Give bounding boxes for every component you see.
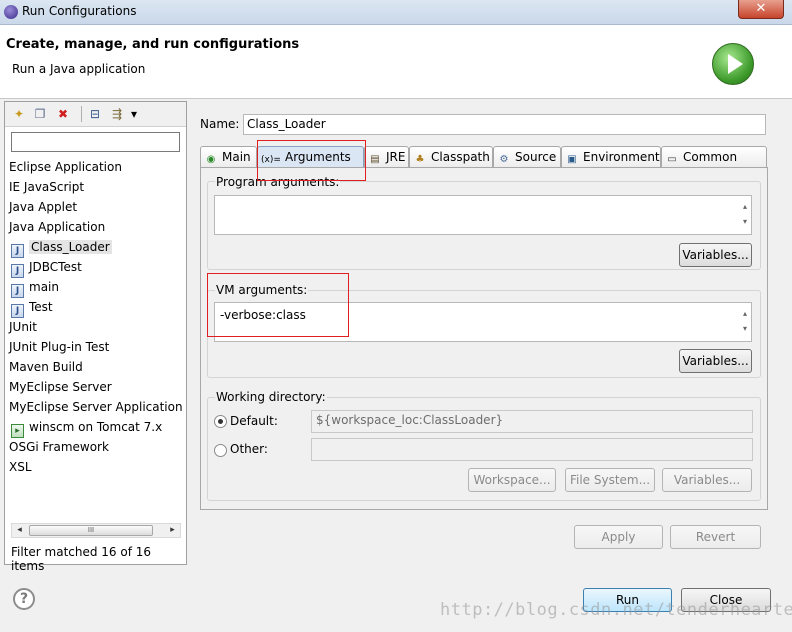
toolbar-divider bbox=[81, 106, 82, 122]
java-class-icon: J bbox=[11, 244, 24, 258]
program-arguments-scroll[interactable]: ▴ ▾ bbox=[743, 199, 747, 229]
common-icon: ▭ bbox=[667, 154, 677, 165]
revert-button[interactable]: Revert bbox=[670, 525, 761, 549]
name-input[interactable]: Class_Loader bbox=[243, 114, 766, 135]
tree-item-ie-javascript[interactable]: IE JavaScript bbox=[9, 178, 84, 196]
other-label: Other: bbox=[230, 442, 268, 456]
default-directory-field: ${workspace_loc:ClassLoader} bbox=[311, 410, 753, 433]
duplicate-icon[interactable]: ❐ bbox=[32, 106, 48, 122]
tab-environment[interactable]: ▣ Environment bbox=[561, 146, 661, 168]
run-icon bbox=[712, 43, 754, 85]
tree-item-xsl[interactable]: XSL bbox=[9, 458, 32, 476]
scrollbar-thumb[interactable]: III bbox=[29, 525, 153, 536]
name-label: Name: bbox=[200, 117, 240, 131]
tree-item-java-applet[interactable]: Java Applet bbox=[9, 198, 77, 216]
horizontal-scrollbar[interactable]: ◂ III ▸ bbox=[11, 523, 181, 538]
scroll-up-icon[interactable]: ▴ bbox=[743, 199, 747, 214]
jre-icon: ▤ bbox=[370, 154, 380, 165]
filter-input[interactable] bbox=[11, 132, 180, 152]
delete-icon[interactable]: ✖ bbox=[55, 106, 71, 122]
tree-item-myeclipse-server-application[interactable]: MyEclipse Server Application bbox=[9, 398, 183, 416]
collapse-all-icon[interactable]: ⊟ bbox=[87, 106, 103, 122]
tree-item-eclipse-application[interactable]: Eclipse Application bbox=[9, 158, 122, 176]
page-subtitle: Run a Java application bbox=[12, 62, 146, 76]
file-system-button[interactable]: File System... bbox=[565, 468, 655, 492]
vm-variables-button[interactable]: Variables... bbox=[679, 349, 752, 373]
other-radio[interactable] bbox=[214, 444, 227, 457]
tree-item-junit-plugin-test[interactable]: JUnit Plug-in Test bbox=[9, 338, 109, 356]
help-icon[interactable]: ? bbox=[13, 588, 35, 610]
scroll-up-icon[interactable]: ▴ bbox=[743, 306, 747, 321]
tree-item-maven-build[interactable]: Maven Build bbox=[9, 358, 83, 376]
program-arguments-input[interactable]: ▴ ▾ bbox=[214, 195, 752, 235]
tree-item-test[interactable]: J Test bbox=[11, 298, 53, 318]
working-directory-label: Working directory: bbox=[215, 390, 327, 404]
tree-item-java-application[interactable]: Java Application bbox=[9, 218, 105, 236]
new-configuration-icon[interactable]: ✦ bbox=[11, 106, 27, 122]
scroll-down-icon[interactable]: ▾ bbox=[743, 214, 747, 229]
configuration-list-panel: ✦ ❐ ✖ ⊟ ⇶ ▾ Eclipse Application IE JavaS… bbox=[4, 101, 187, 573]
tab-jre[interactable]: ▤ JRE bbox=[364, 146, 409, 168]
tree-item-junit[interactable]: JUnit bbox=[9, 318, 37, 336]
window-close-button[interactable]: ✕ bbox=[738, 0, 784, 19]
arguments-tab-highlight bbox=[257, 140, 366, 181]
program-variables-button[interactable]: Variables... bbox=[679, 243, 752, 267]
java-class-icon: J bbox=[11, 264, 24, 278]
title-bar: Run Configurations ✕ bbox=[0, 0, 792, 25]
server-icon: ▸ bbox=[11, 424, 24, 438]
filter-icon[interactable]: ⇶ bbox=[109, 106, 125, 122]
default-radio[interactable] bbox=[214, 415, 227, 428]
tab-classpath[interactable]: ♣ Classpath bbox=[409, 146, 493, 168]
vm-arguments-highlight bbox=[207, 273, 349, 337]
tree-item-osgi-framework[interactable]: OSGi Framework bbox=[9, 438, 109, 456]
workspace-button[interactable]: Workspace... bbox=[468, 468, 556, 492]
classpath-icon: ♣ bbox=[415, 154, 425, 165]
java-class-icon: J bbox=[11, 284, 24, 298]
tab-main[interactable]: ◉ Main bbox=[200, 146, 257, 168]
vm-arguments-scroll[interactable]: ▴ ▾ bbox=[743, 306, 747, 336]
default-label: Default: bbox=[230, 414, 278, 428]
tab-source[interactable]: ⚙ Source bbox=[493, 146, 561, 168]
eclipse-icon bbox=[4, 5, 18, 19]
java-class-icon: J bbox=[11, 304, 24, 318]
environment-icon: ▣ bbox=[567, 154, 577, 165]
filter-status: Filter matched 16 of 16 items bbox=[11, 545, 152, 573]
scroll-down-icon[interactable]: ▾ bbox=[743, 321, 747, 336]
scroll-right-icon[interactable]: ▸ bbox=[165, 524, 180, 537]
watermark: http://blog.csdn.net/tenderhearted bbox=[440, 600, 792, 620]
tree-item-class-loader[interactable]: J Class_Loader bbox=[11, 238, 112, 258]
working-variables-button[interactable]: Variables... bbox=[662, 468, 752, 492]
tree-item-winscm-tomcat[interactable]: ▸ winscm on Tomcat 7.x bbox=[11, 418, 162, 438]
source-icon: ⚙ bbox=[499, 154, 509, 165]
tab-common[interactable]: ▭ Common bbox=[661, 146, 767, 168]
tree-item-myeclipse-server[interactable]: MyEclipse Server bbox=[9, 378, 112, 396]
header-banner: Create, manage, and run configurations R… bbox=[0, 25, 792, 99]
tree-item-main[interactable]: Jmain bbox=[11, 278, 59, 298]
chevron-down-icon[interactable]: ▾ bbox=[129, 106, 139, 122]
tree-item-jdbctest[interactable]: J JDBCTest bbox=[11, 258, 82, 278]
page-title: Create, manage, and run configurations bbox=[6, 37, 300, 52]
left-toolbar: ✦ ❐ ✖ ⊟ ⇶ ▾ bbox=[5, 102, 186, 127]
other-directory-field bbox=[311, 438, 753, 461]
apply-button[interactable]: Apply bbox=[574, 525, 663, 549]
scroll-left-icon[interactable]: ◂ bbox=[12, 524, 27, 537]
window-title: Run Configurations bbox=[22, 4, 137, 18]
main-icon: ◉ bbox=[206, 154, 216, 165]
